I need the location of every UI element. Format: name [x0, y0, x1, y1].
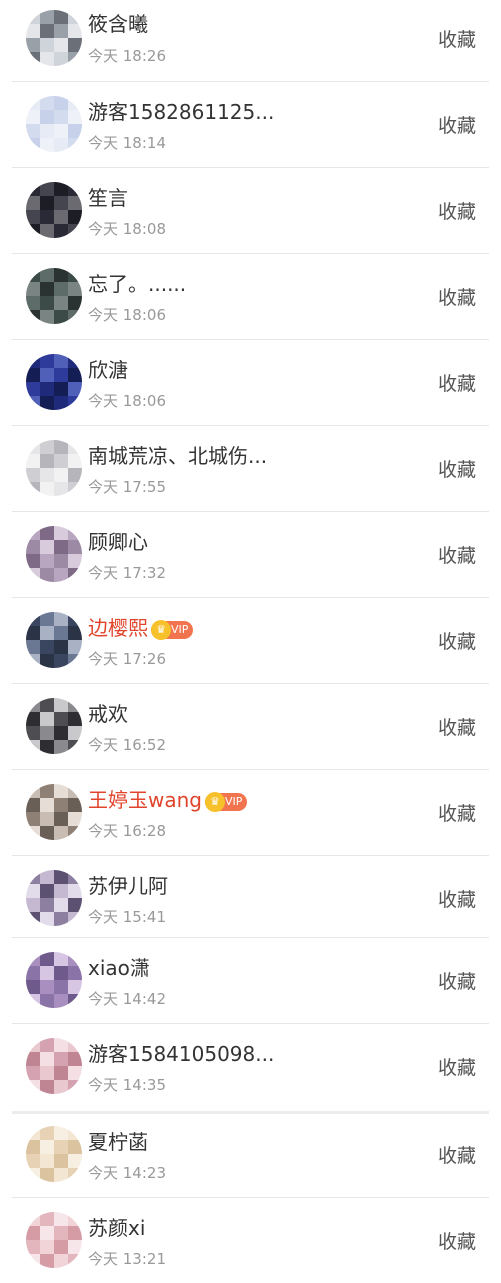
timestamp: 今天 13:21	[88, 1250, 166, 1268]
avatar[interactable]	[26, 784, 82, 840]
avatar[interactable]	[26, 10, 82, 66]
user-name-text: 边樱熙	[88, 616, 148, 640]
user-name[interactable]: 笙言	[88, 186, 128, 210]
user-name[interactable]: xiao潇	[88, 956, 150, 980]
user-name[interactable]: 王婷玉wang ♛ VIP	[88, 788, 248, 812]
timestamp: 今天 17:26	[88, 650, 166, 668]
favorite-button[interactable]: 收藏	[438, 286, 476, 310]
user-name-text: 夏柠菡	[88, 1130, 148, 1154]
avatar[interactable]	[26, 952, 82, 1008]
user-name[interactable]: 苏颜xi	[88, 1216, 145, 1240]
avatar[interactable]	[26, 96, 82, 152]
user-name-text: 欣溏	[88, 358, 128, 382]
favorite-button[interactable]: 收藏	[438, 114, 476, 138]
timestamp: 今天 14:35	[88, 1076, 166, 1094]
avatar[interactable]	[26, 870, 82, 926]
user-name-text: 笙言	[88, 186, 128, 210]
user-name[interactable]: 苏伊儿阿	[88, 874, 168, 898]
favorite-button[interactable]: 收藏	[438, 1230, 476, 1254]
timestamp: 今天 18:14	[88, 134, 166, 152]
user-name-text: 南城荒凉、北城伤...	[88, 444, 268, 468]
vip-badge: ♛ VIP	[204, 791, 248, 812]
timestamp: 今天 16:52	[88, 736, 166, 754]
list-item[interactable]: xiao潇今天 14:42 收藏	[0, 938, 501, 1023]
list-item[interactable]: 游客1584105098... 今天 14:35 收藏	[0, 1024, 501, 1109]
timestamp: 今天 18:06	[88, 392, 166, 410]
favorite-button[interactable]: 收藏	[438, 28, 476, 52]
user-name[interactable]: 戒欢	[88, 702, 128, 726]
user-name[interactable]: 游客1582861125...	[88, 100, 274, 124]
list-item[interactable]: 戒欢今天 16:52 收藏	[0, 684, 501, 769]
list-item[interactable]: 忘了。...... 今天 18:06 收藏	[0, 254, 501, 339]
user-name-text: 戒欢	[88, 702, 128, 726]
vip-badge-label: VIP	[171, 622, 189, 636]
user-name[interactable]: 忘了。......	[88, 272, 186, 296]
user-name-text: 游客1582861125...	[88, 100, 275, 124]
favorite-button[interactable]: 收藏	[438, 888, 476, 912]
list-item[interactable]: 夏柠菡今天 14:23 收藏	[0, 1112, 501, 1197]
list-item[interactable]: 苏颜xi 今天 13:21 收藏	[0, 1198, 501, 1283]
crown-icon: ♛	[151, 619, 171, 640]
user-name[interactable]: 夏柠菡	[88, 1130, 148, 1154]
timestamp: 今天 15:41	[88, 908, 166, 926]
favorite-button[interactable]: 收藏	[438, 1144, 476, 1168]
user-name-text: 王婷玉wang	[88, 788, 202, 812]
user-name-text: 忘了。......	[88, 272, 187, 296]
list-item[interactable]: 王婷玉wang ♛ VIP 今天 16:28 收藏	[0, 770, 501, 855]
user-name-text: 游客1584105098...	[88, 1042, 275, 1066]
timestamp: 今天 14:42	[88, 990, 166, 1008]
avatar[interactable]	[26, 1126, 82, 1182]
list-item[interactable]: 苏伊儿阿今天 15:41 收藏	[0, 856, 501, 941]
avatar[interactable]	[26, 182, 82, 238]
avatar[interactable]	[26, 1212, 82, 1268]
user-name[interactable]: 南城荒凉、北城伤...	[88, 444, 267, 468]
avatar[interactable]	[26, 354, 82, 410]
list-item[interactable]: 笙言今天 18:08 收藏	[0, 168, 501, 253]
list-item[interactable]: 南城荒凉、北城伤... 今天 17:55 收藏	[0, 426, 501, 511]
user-name[interactable]: 游客1584105098...	[88, 1042, 274, 1066]
favorite-button[interactable]: 收藏	[438, 372, 476, 396]
avatar[interactable]	[26, 526, 82, 582]
favorite-button[interactable]: 收藏	[438, 458, 476, 482]
list-item[interactable]: 游客1582861125... 今天 18:14 收藏	[0, 82, 501, 167]
favorite-button[interactable]: 收藏	[438, 200, 476, 224]
list-item[interactable]: 筱含曦今天 18:26 收藏	[0, 0, 501, 85]
crown-icon: ♛	[204, 791, 225, 812]
user-name-text: 筱含曦	[88, 12, 148, 36]
user-name[interactable]: 顾卿心	[88, 530, 148, 554]
avatar[interactable]	[26, 612, 82, 668]
timestamp: 今天 17:55	[88, 478, 166, 496]
favorite-button[interactable]: 收藏	[438, 1056, 476, 1080]
favorite-button[interactable]: 收藏	[438, 716, 476, 740]
avatar[interactable]	[26, 268, 82, 324]
timestamp: 今天 18:26	[88, 47, 166, 65]
avatar[interactable]	[26, 440, 82, 496]
user-name-text: 顾卿心	[88, 530, 148, 554]
user-name-text: 苏颜xi	[88, 1216, 146, 1240]
user-name[interactable]: 筱含曦	[88, 12, 148, 36]
vip-badge: ♛ VIP	[151, 619, 194, 640]
avatar[interactable]	[26, 1038, 82, 1094]
timestamp: 今天 16:28	[88, 822, 166, 840]
user-name-text: xiao潇	[88, 956, 150, 980]
list-item[interactable]: 顾卿心今天 17:32 收藏	[0, 512, 501, 597]
favorite-button[interactable]: 收藏	[438, 544, 476, 568]
avatar[interactable]	[26, 698, 82, 754]
user-name-text: 苏伊儿阿	[88, 874, 168, 898]
timestamp: 今天 17:32	[88, 564, 166, 582]
user-name[interactable]: 边樱熙 ♛ VIP	[88, 616, 194, 640]
timestamp: 今天 18:06	[88, 306, 166, 324]
favorite-button[interactable]: 收藏	[438, 802, 476, 826]
user-name[interactable]: 欣溏	[88, 358, 128, 382]
vip-badge-label: VIP	[224, 794, 243, 808]
list-item[interactable]: 欣溏今天 18:06 收藏	[0, 340, 501, 425]
favorite-button[interactable]: 收藏	[438, 970, 476, 994]
favorite-button[interactable]: 收藏	[438, 630, 476, 654]
list-item[interactable]: 边樱熙 ♛ VIP 今天 17:26 收藏	[0, 598, 501, 683]
timestamp: 今天 14:23	[88, 1164, 166, 1182]
timestamp: 今天 18:08	[88, 220, 166, 238]
